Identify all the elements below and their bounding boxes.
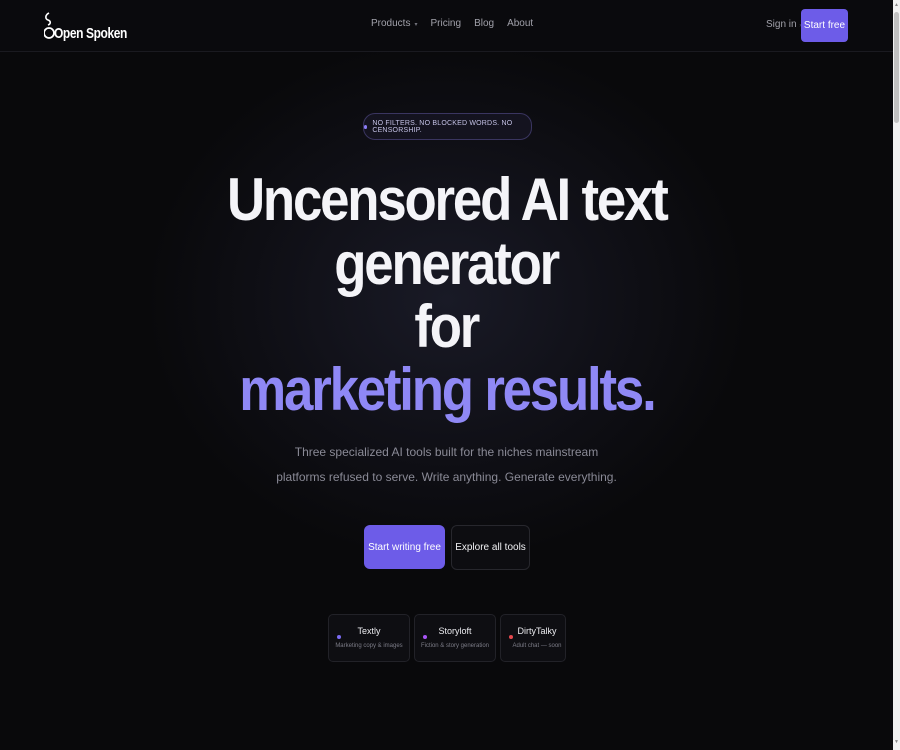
hero-badge: NO FILTERS. NO BLOCKED WORDS. NO CENSORS…	[363, 113, 532, 140]
hero-title-line-3: for	[0, 297, 893, 357]
hero-title-line-2-text: generator	[334, 230, 561, 297]
hero-subtitle: Three specialized AI tools built for the…	[0, 440, 893, 490]
tool-description: Fiction & story generation	[420, 643, 490, 649]
sign-in-label: Sign in	[766, 19, 797, 30]
tool-name: Storyloft	[438, 626, 472, 636]
logo[interactable]: Open Spoken	[44, 11, 127, 42]
start-free-button[interactable]: Start free	[801, 9, 848, 42]
tool-description: Adult chat — soon	[512, 643, 562, 649]
tool-name: Textly	[357, 626, 381, 636]
scrollbar-thumb[interactable]	[894, 12, 899, 123]
tool-card-textly[interactable]: Textly Marketing copy & images	[328, 614, 410, 662]
nav-link-blog[interactable]: Blog	[474, 18, 494, 29]
hero-subtitle-line-1: Three specialized AI tools built for the…	[294, 445, 599, 459]
nav-links: Products ▾ Pricing Blog About	[371, 18, 533, 29]
nav-link-about[interactable]: About	[507, 18, 533, 29]
page-scrollbar[interactable]: ▲ ▼	[893, 0, 900, 750]
nav-link-pricing[interactable]: Pricing	[430, 18, 461, 29]
tool-description: Marketing copy & images	[335, 643, 403, 649]
hero-title-highlight: marketing results.	[0, 360, 893, 420]
tool-name: DirtyTalky	[517, 626, 557, 636]
badge-text: NO FILTERS. NO BLOCKED WORDS. NO CENSORS…	[372, 119, 513, 134]
sign-in-link[interactable]: Sign in ›	[766, 19, 801, 30]
tool-card-storyloft[interactable]: Storyloft Fiction & story generation	[414, 614, 496, 662]
explore-tools-button[interactable]: Explore all tools	[451, 525, 530, 570]
top-navbar: Open Spoken Products ▾ Pricing Blog About…	[0, 0, 893, 52]
logo-text: Open Spoken	[54, 25, 127, 42]
nav-link-products-label: Products	[371, 18, 411, 29]
badge-dot-icon	[364, 124, 368, 129]
tool-card-dirtytalky[interactable]: DirtyTalky Adult chat — soon	[500, 614, 566, 662]
hero-subtitle-line-2: platforms refused to serve. Write anythi…	[276, 470, 617, 484]
hero-title-line-2: generator	[0, 234, 893, 294]
nav-link-products[interactable]: Products ▾	[371, 18, 417, 29]
start-writing-button[interactable]: Start writing free	[364, 525, 445, 569]
chevron-down-icon: ▾	[414, 22, 418, 28]
hero-title-highlight-text: marketing results.	[238, 356, 656, 423]
scroll-down-arrow-icon[interactable]: ▼	[894, 739, 899, 745]
scroll-up-arrow-icon[interactable]: ▲	[894, 2, 899, 8]
hero-title-line-1-text: Uncensored AI text	[226, 166, 669, 233]
landing-page: Open Spoken Products ▾ Pricing Blog About…	[0, 0, 893, 750]
hero-title-line-3-text: for	[414, 293, 481, 360]
hero-title-line-1: Uncensored AI text	[0, 170, 893, 230]
